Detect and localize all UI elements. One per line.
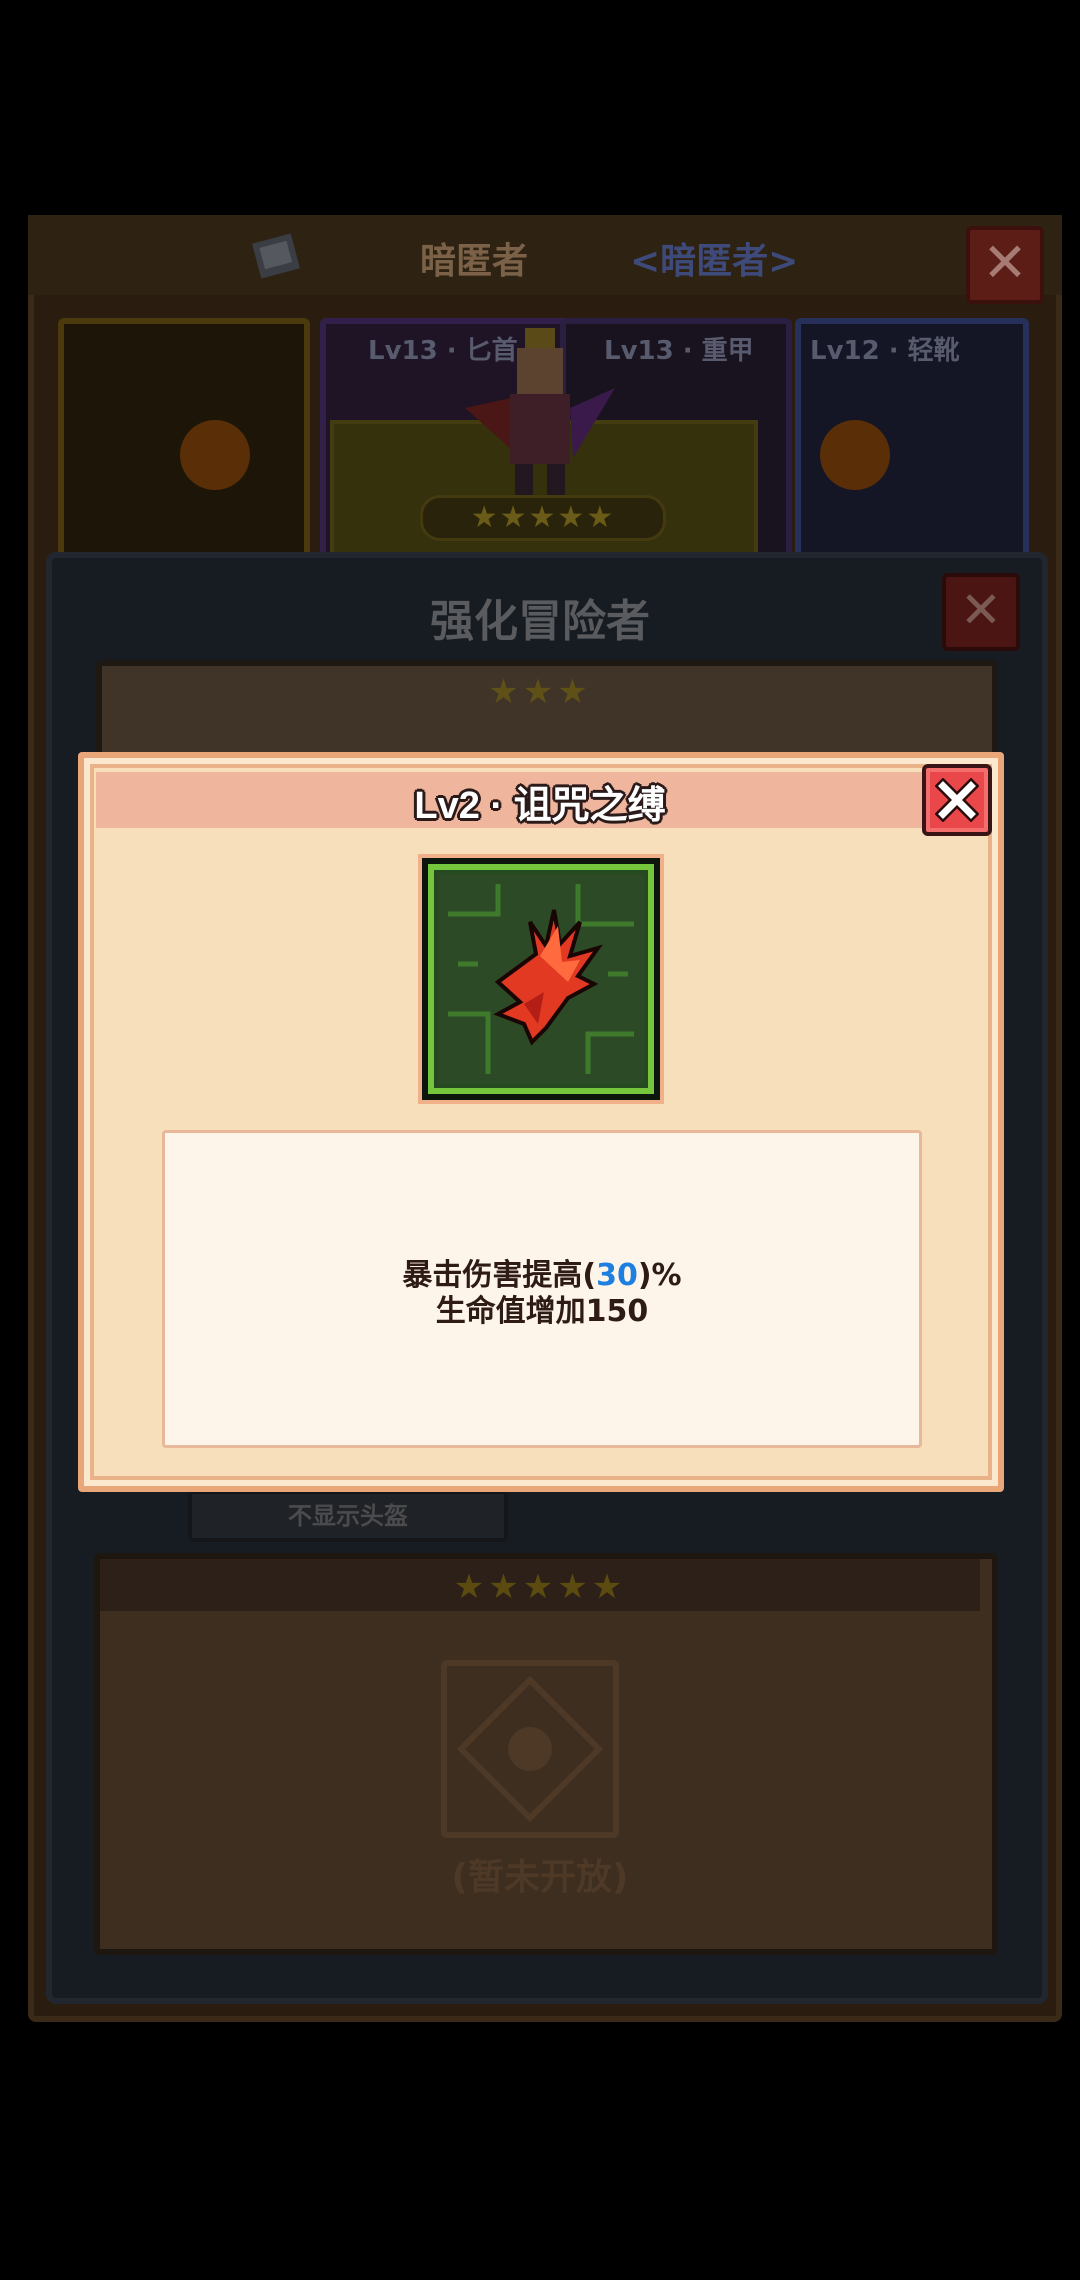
red-claw-icon <box>448 884 634 1074</box>
torch-glow-icon <box>820 420 890 490</box>
hero-panel-close-button[interactable]: ✕ <box>966 226 1044 304</box>
equip-label-armor: Lv13 · 重甲 <box>604 336 754 366</box>
locked-status-text: (暂未开放) <box>451 1857 629 1898</box>
hero-name: 暗匿者 <box>420 241 529 282</box>
tier-five-stars: ★★★★★ <box>453 1567 627 1607</box>
close-icon <box>935 778 979 822</box>
hp-bonus-line: 生命值增加150 <box>435 1294 649 1329</box>
skill-dialog-title: Lv2 · 诅咒之缚 <box>414 785 666 827</box>
tier-three-stars: ★★★ <box>488 672 592 712</box>
hide-helmet-label: 不显示头盔 <box>288 1502 408 1530</box>
hero-star-rating: ★★★★★ <box>420 495 666 541</box>
skill-dialog-close-button[interactable] <box>922 764 992 836</box>
hero-sprite-icon <box>455 318 625 518</box>
hero-detail-header <box>28 215 1062 295</box>
skill-icon-frame <box>422 858 660 1100</box>
hero-stars: ★★★★★ <box>470 500 616 535</box>
torch-glow-icon <box>180 420 250 490</box>
upgrade-panel-close-button[interactable]: ✕ <box>942 573 1020 651</box>
hero-class-tag: <暗匿者> <box>630 241 799 282</box>
locked-slot-icon <box>441 1660 619 1838</box>
upgrade-panel-title: 强化冒险者 <box>430 596 650 647</box>
book-icon <box>250 228 310 284</box>
equip-label-boots: Lv12 · 轻靴 <box>810 336 960 366</box>
